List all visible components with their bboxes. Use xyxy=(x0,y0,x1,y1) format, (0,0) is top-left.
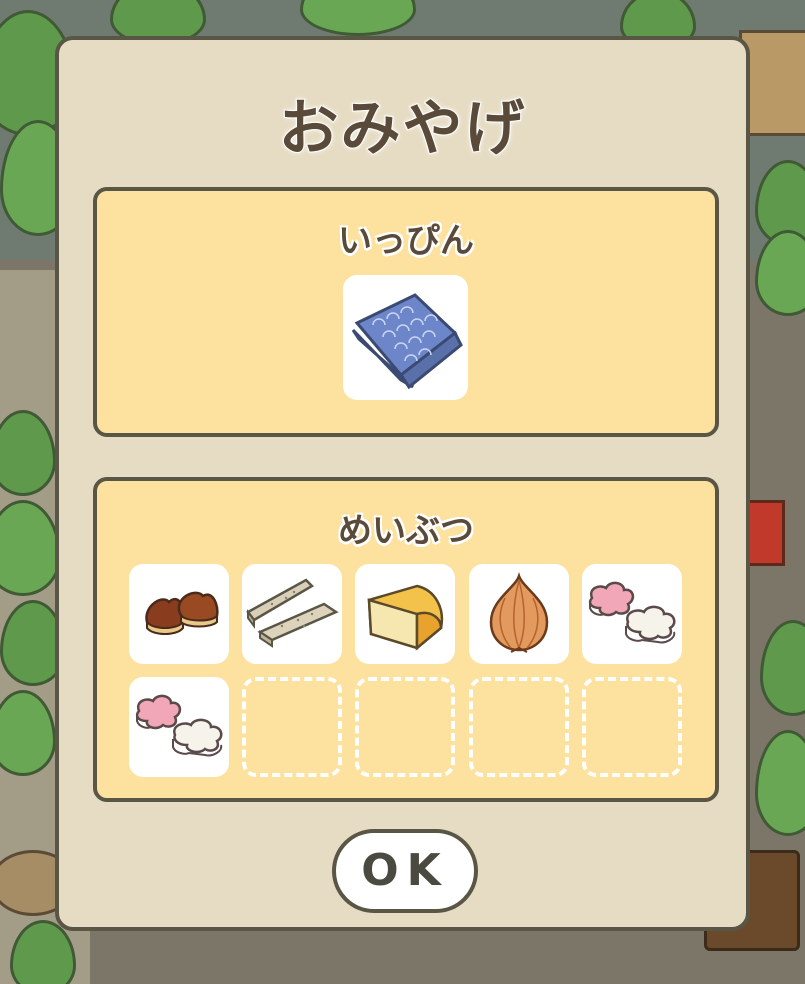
rice-cracker-bars-icon xyxy=(246,578,339,648)
empty-souvenir-slot xyxy=(355,677,455,777)
souvenir-slot[interactable] xyxy=(469,564,569,664)
onion-icon xyxy=(489,572,549,653)
flower-rice-cakes-icon xyxy=(135,694,223,757)
souvenir-slot[interactable] xyxy=(582,564,682,664)
special-item-slot[interactable] xyxy=(343,275,468,400)
empty-souvenir-slot xyxy=(469,677,569,777)
leaf-icon xyxy=(300,0,416,36)
empty-souvenir-slot xyxy=(582,677,682,777)
souvenir-slot[interactable] xyxy=(242,564,342,664)
flower-rice-cakes-icon xyxy=(588,581,676,644)
ok-button[interactable]: OK xyxy=(332,829,478,913)
souvenir-slot[interactable] xyxy=(355,564,455,664)
chestnuts-icon xyxy=(145,591,219,635)
dialog-title: おみやげ xyxy=(278,93,527,165)
blue-wrapping-cloth-icon xyxy=(351,293,463,390)
local-specialties-heading: めいぶつ xyxy=(338,511,474,551)
souvenir-slot[interactable] xyxy=(129,564,229,664)
souvenir-slot[interactable] xyxy=(129,677,229,777)
leaf-icon xyxy=(755,230,805,316)
cheese-wedge-icon xyxy=(367,584,444,651)
special-item-heading: いっぴん xyxy=(338,221,474,261)
special-item-panel: いっぴん xyxy=(93,187,719,437)
empty-souvenir-slot xyxy=(242,677,342,777)
local-specialties-panel: めいぶつ xyxy=(93,477,719,802)
souvenir-dialog: おみやげ いっぴん めいぶつ OK xyxy=(55,36,750,931)
